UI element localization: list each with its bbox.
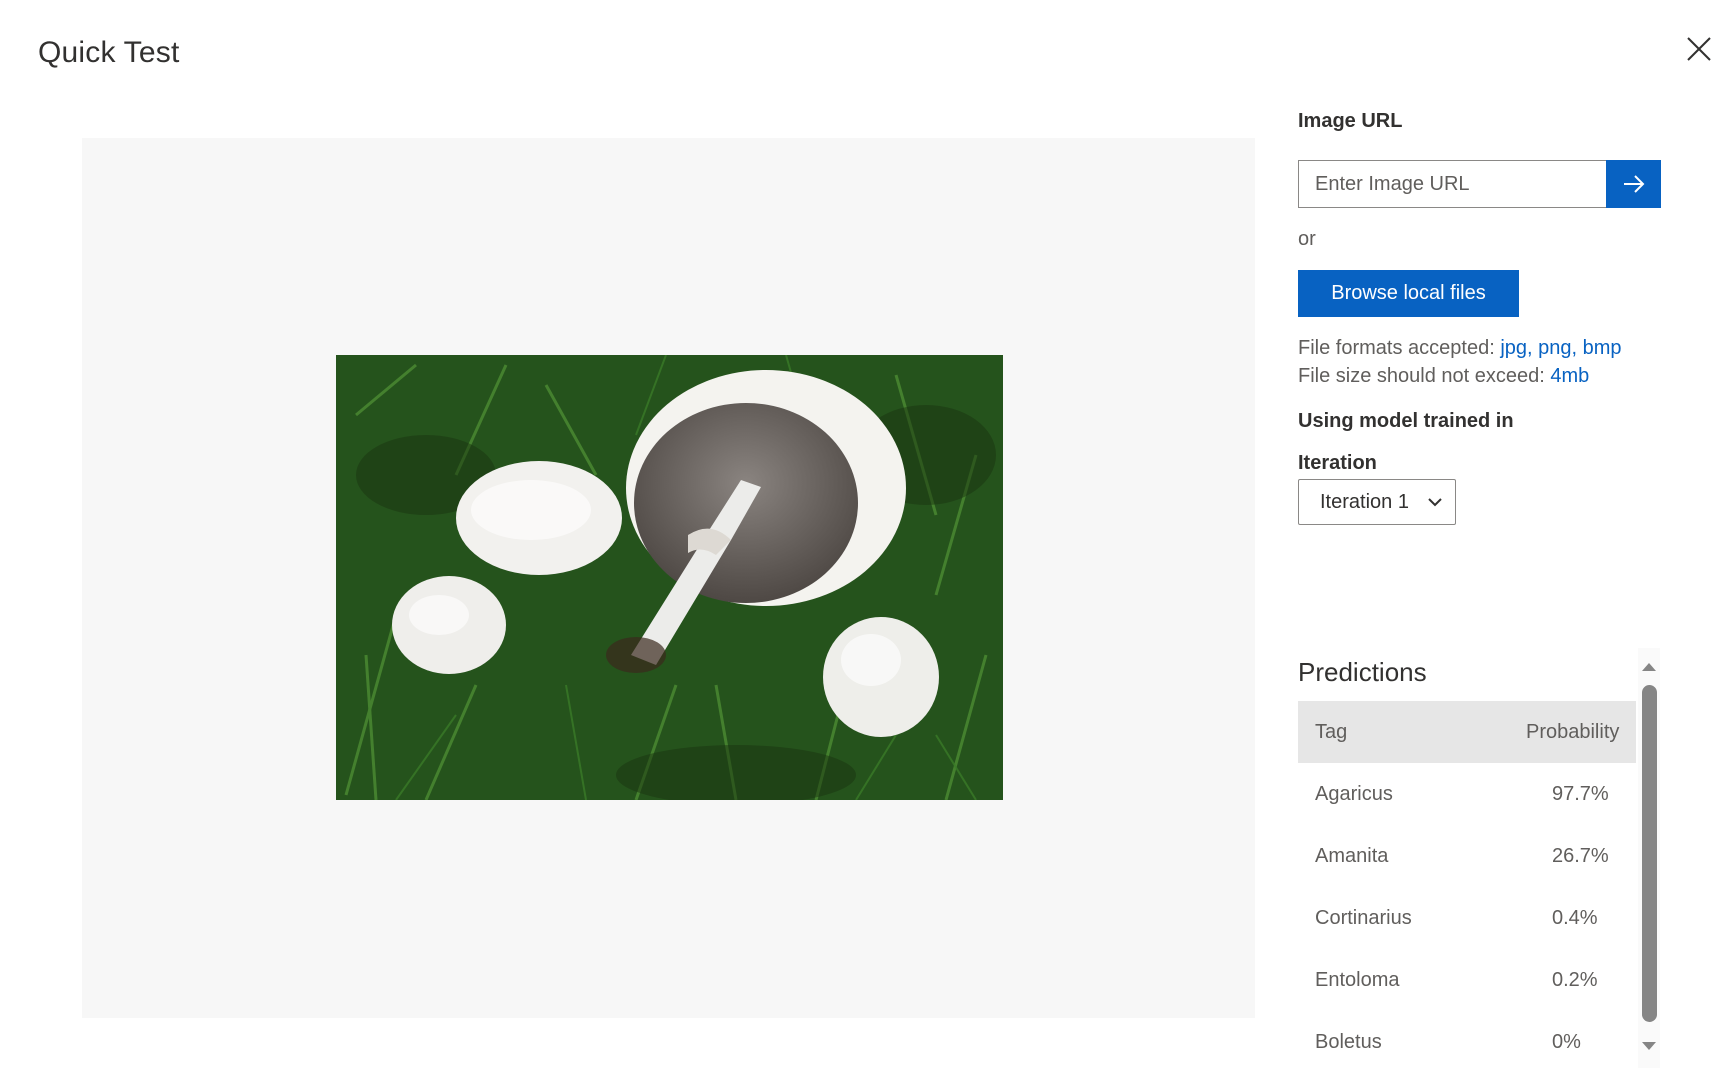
submit-url-button[interactable] (1606, 160, 1661, 208)
row-probability: 0.2% (1552, 968, 1598, 991)
file-formats-label: File formats accepted: (1298, 337, 1501, 359)
row-probability: 97.7% (1552, 782, 1609, 805)
table-row: Amanita 26.7% (1298, 825, 1636, 887)
preview-image (336, 355, 1003, 800)
image-url-label: Image URL (1298, 110, 1403, 132)
model-label: Using model trained in (1298, 410, 1514, 432)
caret-down-icon[interactable] (1641, 1040, 1657, 1052)
row-tag: Amanita (1315, 844, 1389, 867)
file-size-label: File size should not exceed: (1298, 365, 1551, 387)
scrollbar-thumb[interactable] (1642, 685, 1657, 1022)
predictions-scrollbar[interactable] (1638, 648, 1660, 1068)
or-separator: or (1298, 228, 1316, 250)
iteration-label: Iteration (1298, 452, 1377, 474)
arrow-right-icon (1623, 175, 1644, 193)
table-row: Cortinarius 0.4% (1298, 887, 1636, 949)
row-probability: 0.4% (1552, 906, 1598, 929)
header-probability: Probability (1526, 720, 1620, 743)
row-tag: Boletus (1315, 1030, 1382, 1053)
iteration-selected-value: Iteration 1 (1320, 490, 1409, 513)
header-tag: Tag (1315, 720, 1348, 743)
iteration-dropdown[interactable]: Iteration 1 (1298, 479, 1456, 525)
file-formats-info: File formats accepted: jpg, png, bmp (1298, 337, 1622, 360)
predictions-title: Predictions (1298, 657, 1427, 687)
row-tag: Agaricus (1315, 782, 1393, 805)
page-title: Quick Test (38, 36, 180, 69)
file-formats-value: jpg, png, bmp (1500, 337, 1622, 359)
row-probability: 26.7% (1552, 844, 1609, 867)
row-tag: Entoloma (1315, 968, 1400, 991)
test-sidebar: Image URL or Browse local files File for… (1298, 0, 1718, 1092)
predictions-table: Tag Probability Agaricus 97.7% Amanita 2… (1298, 701, 1636, 1073)
file-size-info: File size should not exceed: 4mb (1298, 365, 1589, 388)
chevron-down-icon (1428, 498, 1442, 507)
image-preview-panel (82, 138, 1255, 1018)
table-row: Agaricus 97.7% (1298, 763, 1636, 825)
file-size-value: 4mb (1550, 365, 1590, 387)
row-tag: Cortinarius (1315, 906, 1412, 929)
table-row: Boletus 0% (1298, 1011, 1636, 1073)
browse-local-files-button[interactable]: Browse local files (1298, 270, 1519, 317)
row-probability: 0% (1552, 1030, 1581, 1053)
predictions-header-row: Tag Probability (1298, 701, 1636, 763)
caret-up-icon[interactable] (1641, 661, 1657, 673)
table-row: Entoloma 0.2% (1298, 949, 1636, 1011)
image-url-input[interactable] (1298, 160, 1606, 208)
